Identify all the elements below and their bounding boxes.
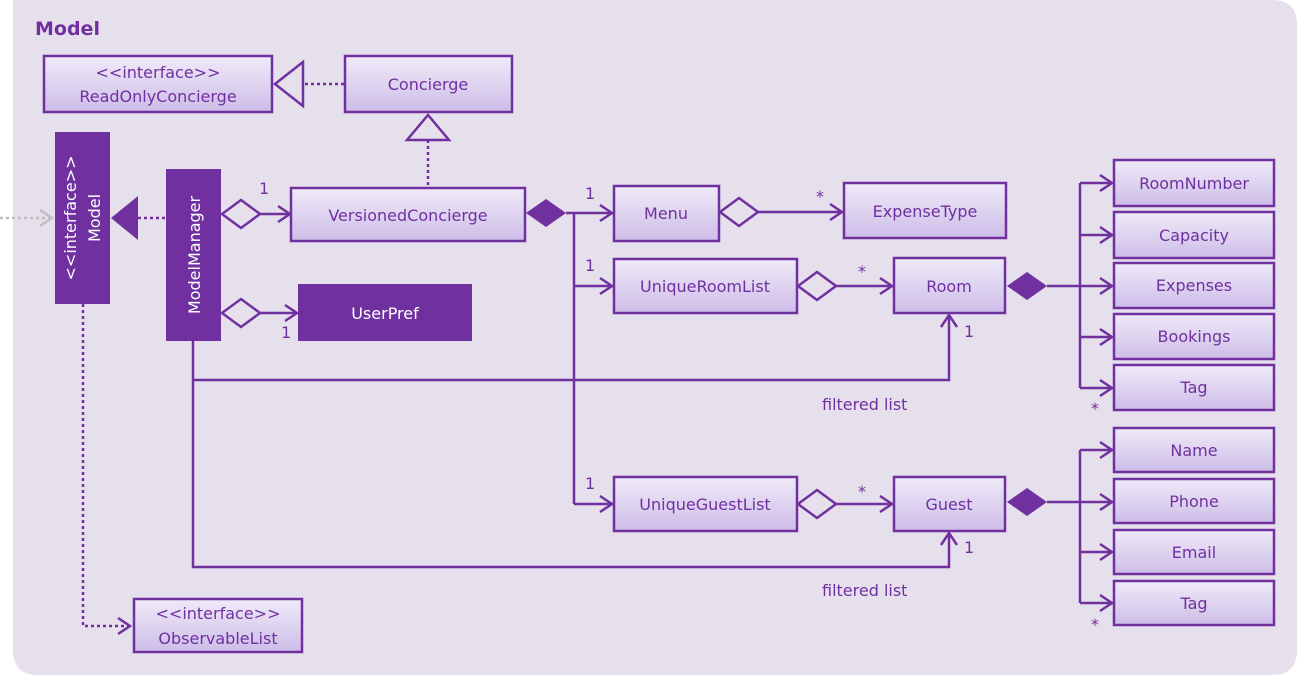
multiplicity-mm-guest: 1 (964, 538, 974, 557)
class-room-tag[interactable]: Tag (1112, 363, 1276, 412)
class-name: VersionedConcierge (328, 206, 487, 225)
stereotype-label: <<interface>> (156, 604, 281, 623)
class-name: RoomNumber (1139, 174, 1249, 193)
class-unique-guest-list[interactable]: UniqueGuestList (612, 475, 799, 533)
multiplicity-mm-versioned: 1 (259, 179, 269, 198)
interface-observable-list[interactable]: <<interface>> ObservableList (132, 597, 304, 654)
class-room-number[interactable]: RoomNumber (1112, 158, 1276, 208)
edge-label-room-filtered: filtered list (822, 395, 907, 414)
class-name: UniqueRoomList (640, 277, 770, 296)
class-capacity[interactable]: Capacity (1112, 210, 1276, 260)
class-guest-tag[interactable]: Tag (1112, 579, 1276, 627)
model-class-diagram: Model <<interface>> ReadOnlyConcierge Co… (0, 0, 1297, 675)
class-unique-room-list[interactable]: UniqueRoomList (612, 257, 799, 315)
class-concierge[interactable]: Concierge (343, 54, 514, 114)
class-name: UserPref (351, 304, 419, 323)
class-name: Bookings (1158, 327, 1231, 346)
class-read-only-concierge[interactable]: <<interface>> ReadOnlyConcierge (42, 54, 274, 114)
multiplicity-guest-attrs: * (1091, 615, 1099, 634)
multiplicity-vc-menu: 1 (585, 184, 595, 203)
class-guest-name[interactable]: Name (1112, 426, 1276, 474)
class-name: Guest (926, 495, 973, 514)
class-expenses[interactable]: Expenses (1112, 261, 1276, 310)
multiplicity-mm-room: 1 (964, 322, 974, 341)
edge-label-guest-filtered: filtered list (822, 581, 907, 600)
class-expense-type[interactable]: ExpenseType (842, 181, 1008, 240)
stereotype-label: <<interface>> (96, 63, 221, 82)
multiplicity-roomlist-room: * (858, 262, 866, 281)
class-name: Tag (1179, 594, 1207, 613)
class-name: Phone (1169, 492, 1219, 511)
class-name: ExpenseType (873, 202, 978, 221)
class-email[interactable]: Email (1112, 528, 1276, 576)
class-room[interactable]: Room (892, 256, 1007, 315)
class-name: Capacity (1159, 226, 1229, 245)
class-name: Tag (1179, 378, 1207, 397)
interface-model[interactable]: <<interface>> Model (55, 132, 110, 304)
class-menu[interactable]: Menu (612, 184, 721, 243)
multiplicity-mm-userpref: 1 (281, 323, 291, 342)
class-user-pref[interactable]: UserPref (298, 284, 472, 341)
multiplicity-guestlist-guest: * (858, 482, 866, 501)
multiplicity-menu-expensetype: * (816, 187, 824, 206)
class-bookings[interactable]: Bookings (1112, 312, 1276, 361)
multiplicity-room-attrs: * (1091, 399, 1099, 418)
class-name: Menu (644, 204, 688, 223)
class-name: Expenses (1156, 276, 1232, 295)
class-phone[interactable]: Phone (1112, 477, 1276, 525)
diagram-title: Model (35, 18, 100, 40)
class-versioned-concierge[interactable]: VersionedConcierge (289, 186, 527, 243)
class-guest[interactable]: Guest (892, 475, 1007, 533)
multiplicity-vc-guestlist: 1 (585, 474, 595, 493)
class-name: ObservableList (158, 629, 277, 648)
class-model-manager[interactable]: ModelManager (166, 169, 221, 341)
class-name: Name (1170, 441, 1217, 460)
class-name: ModelManager (185, 195, 204, 314)
class-name: Room (926, 277, 972, 296)
stereotype-label: <<interface>> (61, 156, 80, 281)
class-name: Concierge (388, 75, 468, 94)
class-name: Email (1172, 543, 1216, 562)
class-name: ReadOnlyConcierge (79, 87, 236, 106)
class-name: UniqueGuestList (639, 495, 770, 514)
multiplicity-vc-roomlist: 1 (585, 256, 595, 275)
class-name: Model (85, 194, 104, 242)
